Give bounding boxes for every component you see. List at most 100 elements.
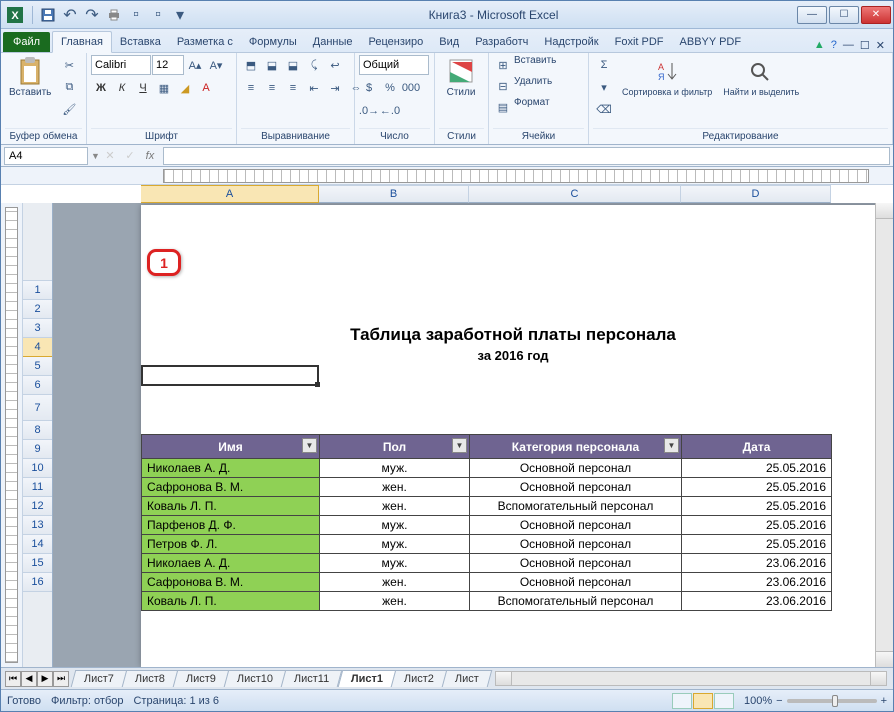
- zoom-level[interactable]: 100%: [744, 695, 772, 707]
- orientation-icon[interactable]: ⤹: [304, 55, 324, 75]
- view-pagelayout-icon[interactable]: [693, 693, 713, 709]
- delete-cells-icon[interactable]: ⊟: [493, 76, 513, 96]
- inc-indent-icon[interactable]: ⇥: [325, 78, 345, 98]
- help-icon[interactable]: ?: [831, 39, 837, 52]
- cell-date[interactable]: 23.06.2016: [682, 573, 832, 592]
- shrink-font-icon[interactable]: A▾: [206, 55, 226, 75]
- sheet-tab[interactable]: Лист9: [173, 670, 230, 687]
- format-cells-button[interactable]: Формат: [514, 97, 550, 117]
- copy-icon[interactable]: ⧉: [58, 77, 80, 97]
- cell-name[interactable]: Сафронова В. М.: [142, 573, 320, 592]
- dec-indent-icon[interactable]: ⇤: [304, 78, 324, 98]
- sheet-tab[interactable]: Лист8: [122, 670, 179, 687]
- cell-category[interactable]: Основной персонал: [470, 573, 682, 592]
- format-cells-icon[interactable]: ▤: [493, 97, 513, 117]
- row-header[interactable]: 2: [23, 300, 52, 319]
- row-header[interactable]: 5: [23, 357, 52, 376]
- header-date[interactable]: Дата: [682, 435, 832, 459]
- delete-cells-button[interactable]: Удалить: [514, 76, 552, 96]
- scroll-right-icon[interactable]: [870, 672, 886, 685]
- col-header-d[interactable]: D: [681, 185, 831, 203]
- cell-category[interactable]: Основной персонал: [470, 516, 682, 535]
- row-header[interactable]: 3: [23, 319, 52, 338]
- row-header[interactable]: 11: [23, 478, 52, 497]
- tab-data[interactable]: Данные: [305, 32, 361, 52]
- row-header[interactable]: 16: [23, 573, 52, 592]
- table-row[interactable]: Петров Ф. Л.муж.Основной персонал25.05.2…: [142, 535, 832, 554]
- page-paper[interactable]: Таблица заработной платы персонала за 20…: [141, 205, 885, 667]
- tab-addins[interactable]: Надстройк: [536, 32, 606, 52]
- tab-pagelayout[interactable]: Разметка с: [169, 32, 241, 52]
- tab-nav-prev-icon[interactable]: ◀: [21, 671, 37, 687]
- cell-name[interactable]: Сафронова В. М.: [142, 478, 320, 497]
- name-box[interactable]: A4: [4, 147, 88, 165]
- col-header-b[interactable]: B: [319, 185, 469, 203]
- tab-review[interactable]: Рецензиро: [361, 32, 432, 52]
- font-name-input[interactable]: [91, 55, 151, 75]
- row-header[interactable]: 12: [23, 497, 52, 516]
- header-sex[interactable]: Пол▼: [320, 435, 470, 459]
- scroll-down-icon[interactable]: [876, 651, 893, 667]
- cell-name[interactable]: Николаев А. Д.: [142, 459, 320, 478]
- fill-icon[interactable]: ▾: [593, 77, 615, 97]
- row-header[interactable]: 6: [23, 376, 52, 395]
- scroll-up-icon[interactable]: [876, 203, 893, 219]
- cell-date[interactable]: 25.05.2016: [682, 497, 832, 516]
- table-row[interactable]: Николаев А. Д.муж.Основной персонал23.06…: [142, 554, 832, 573]
- tab-insert[interactable]: Вставка: [112, 32, 169, 52]
- clear-icon[interactable]: ⌫: [593, 99, 615, 119]
- selected-cell[interactable]: [141, 365, 319, 386]
- scroll-left-icon[interactable]: [496, 672, 512, 685]
- fx-enter-icon[interactable]: ✓: [120, 147, 140, 165]
- cell-date[interactable]: 23.06.2016: [682, 554, 832, 573]
- styles-button[interactable]: Стили: [439, 55, 483, 100]
- cell-category[interactable]: Вспомогательный персонал: [470, 497, 682, 516]
- cell-date[interactable]: 23.06.2016: [682, 592, 832, 611]
- mdi-close-icon[interactable]: ✕: [876, 39, 885, 52]
- cell-name[interactable]: Николаев А. Д.: [142, 554, 320, 573]
- tab-foxit[interactable]: Foxit PDF: [607, 32, 672, 52]
- autosum-icon[interactable]: Σ: [593, 55, 615, 75]
- wrap-icon[interactable]: ↩: [325, 55, 345, 75]
- undo-icon[interactable]: ↶: [60, 5, 80, 25]
- save-icon[interactable]: [38, 5, 58, 25]
- cell-date[interactable]: 25.05.2016: [682, 478, 832, 497]
- open-icon[interactable]: ▫: [148, 5, 168, 25]
- cell-sex[interactable]: муж.: [320, 459, 470, 478]
- redo-icon[interactable]: ↷: [82, 5, 102, 25]
- filter-icon[interactable]: ▼: [302, 438, 317, 453]
- fx-cancel-icon[interactable]: ✕: [100, 147, 120, 165]
- format-painter-icon[interactable]: 🖌: [58, 99, 80, 119]
- font-color-icon[interactable]: A: [196, 78, 216, 98]
- file-tab[interactable]: Файл: [3, 32, 50, 52]
- align-center-icon[interactable]: ≡: [262, 78, 282, 98]
- zoom-slider[interactable]: [787, 699, 877, 703]
- row-header[interactable]: 10: [23, 459, 52, 478]
- sheet-tab[interactable]: Лист1: [337, 670, 396, 687]
- minimize-button[interactable]: —: [797, 6, 827, 24]
- cell-sex[interactable]: жен.: [320, 592, 470, 611]
- row-header[interactable]: 7: [23, 395, 52, 421]
- tab-abbyy[interactable]: ABBYY PDF: [672, 32, 750, 52]
- row-header[interactable]: 9: [23, 440, 52, 459]
- font-size-input[interactable]: [152, 55, 184, 75]
- formula-input[interactable]: [163, 147, 890, 165]
- inc-dec-icon[interactable]: .0→: [359, 101, 379, 121]
- bold-button[interactable]: Ж: [91, 78, 111, 98]
- cell-name[interactable]: Коваль Л. П.: [142, 497, 320, 516]
- table-row[interactable]: Сафронова В. М.жен.Основной персонал25.0…: [142, 478, 832, 497]
- number-format-input[interactable]: [359, 55, 429, 75]
- tab-developer[interactable]: Разработч: [467, 32, 536, 52]
- fx-icon[interactable]: fx: [140, 147, 160, 165]
- grow-font-icon[interactable]: A▴: [185, 55, 205, 75]
- cut-icon[interactable]: ✂: [58, 55, 80, 75]
- cell-category[interactable]: Основной персонал: [470, 554, 682, 573]
- dec-dec-icon[interactable]: ←.0: [380, 101, 400, 121]
- header-category[interactable]: Категория персонала▼: [470, 435, 682, 459]
- table-row[interactable]: Коваль Л. П.жен.Вспомогательный персонал…: [142, 592, 832, 611]
- align-top-icon[interactable]: ⬒: [241, 55, 261, 75]
- percent-icon[interactable]: %: [380, 78, 400, 98]
- horizontal-scrollbar[interactable]: [495, 671, 887, 686]
- table-row[interactable]: Парфенов Д. Ф.муж.Основной персонал25.05…: [142, 516, 832, 535]
- cell-name[interactable]: Парфенов Д. Ф.: [142, 516, 320, 535]
